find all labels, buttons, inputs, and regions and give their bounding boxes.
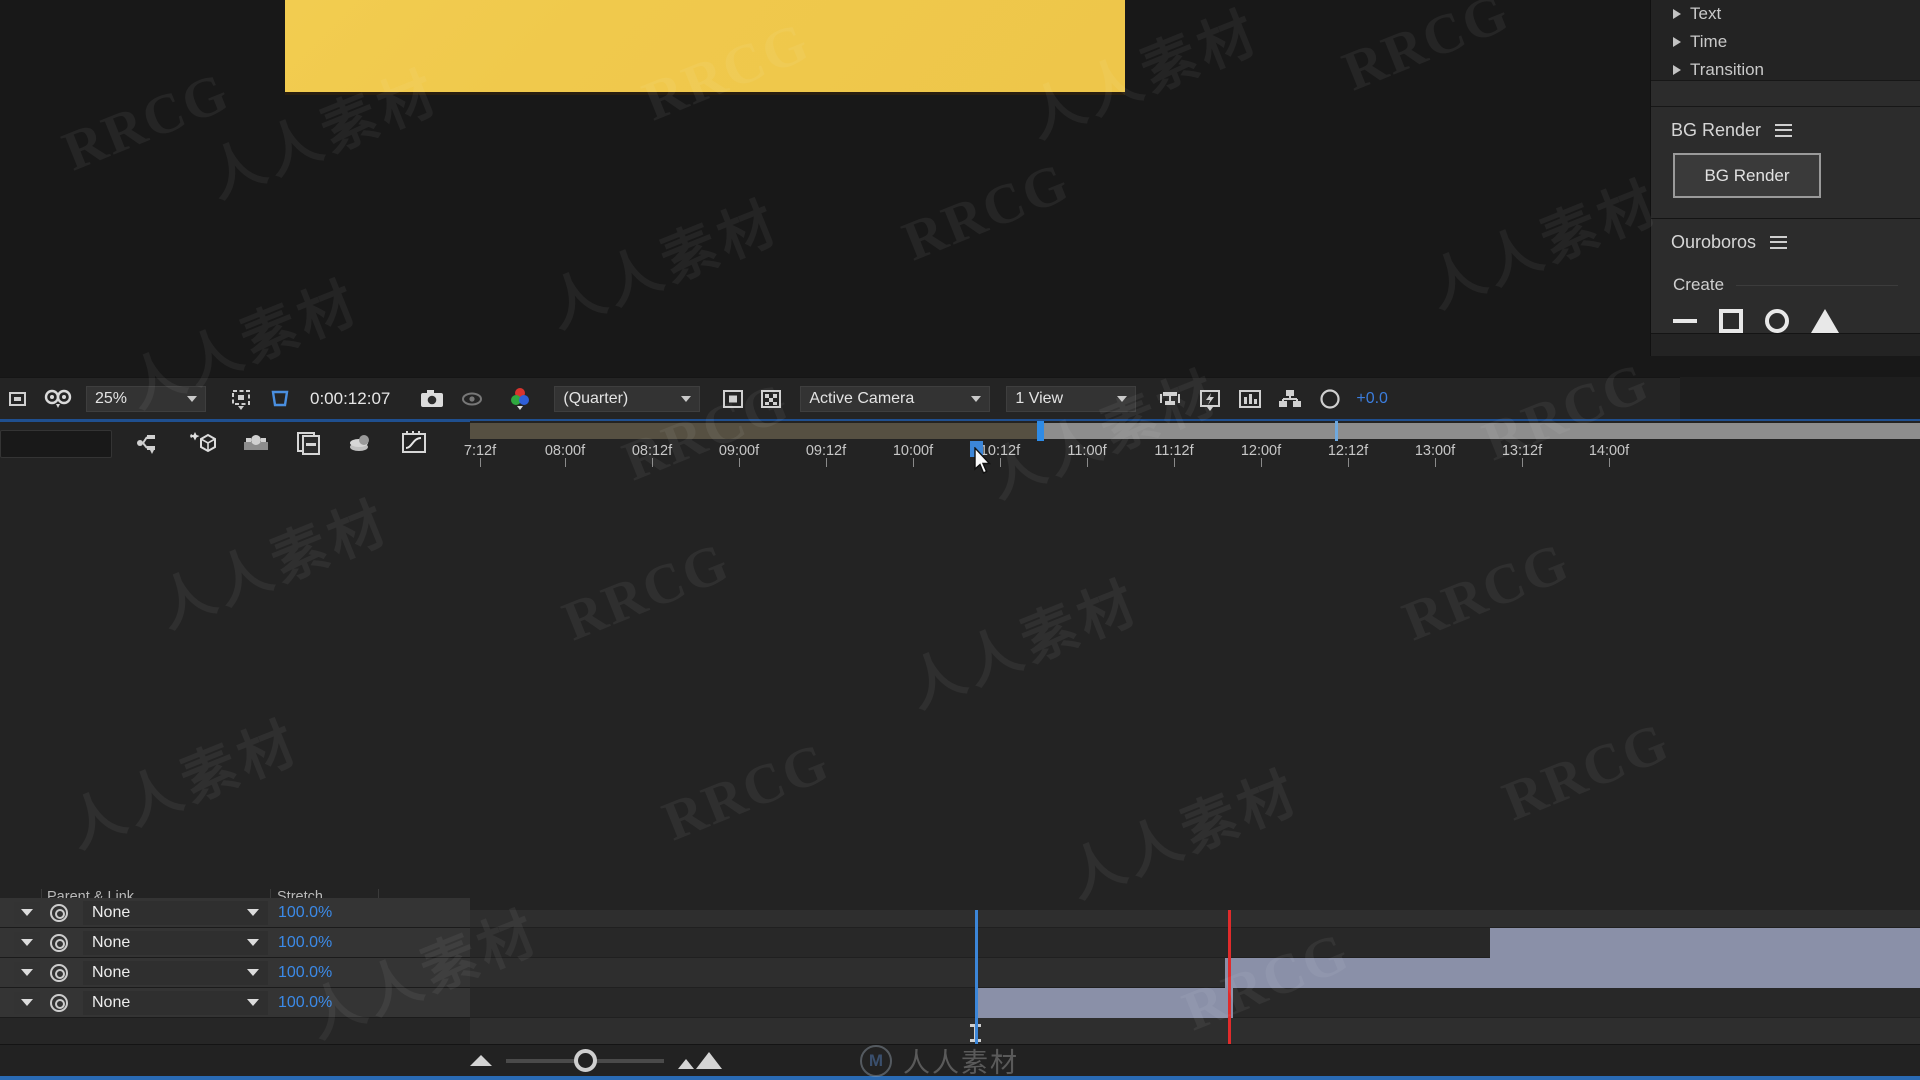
watermark: RRCG — [894, 150, 1079, 274]
watermark: 人人素材 — [198, 59, 449, 210]
watermark: RRCG — [1474, 350, 1659, 474]
watermark: 人人素材 — [978, 359, 1229, 510]
watermark: RRCG — [554, 530, 739, 654]
watermark: 人人素材 — [1058, 759, 1309, 910]
watermark: RRCG — [634, 10, 819, 134]
watermark: 人人素材 — [538, 189, 789, 340]
after-effects-window: www.rrcg.cn Text Time Transition — [0, 0, 1920, 1080]
watermark: 人人素材 — [148, 489, 399, 640]
watermark: RRCG — [1174, 920, 1359, 1044]
watermark: 人人素材 — [298, 899, 549, 1050]
watermark: 人人素材 — [58, 709, 309, 860]
watermark: RRCG — [1394, 530, 1579, 654]
watermark: 人人素材 — [1418, 169, 1669, 320]
watermark: RRCG — [614, 370, 799, 494]
watermark: 人人素材 — [118, 269, 369, 420]
watermark: RRCG — [1334, 0, 1519, 104]
watermark-overlay: RRCG 人人素材 RRCG 人人素材 RRCG 人人素材 RRCG 人人素材 … — [0, 0, 1920, 1080]
watermark: RRCG — [1494, 710, 1679, 834]
watermark: RRCG — [54, 60, 239, 184]
watermark: 人人素材 — [898, 569, 1149, 720]
watermark: 人人素材 — [1018, 0, 1269, 150]
watermark: RRCG — [654, 730, 839, 854]
